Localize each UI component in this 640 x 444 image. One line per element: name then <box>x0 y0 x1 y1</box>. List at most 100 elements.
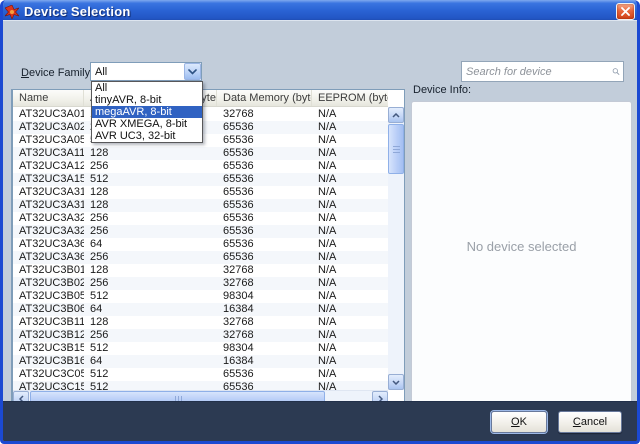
table-cell: N/A <box>318 212 337 224</box>
no-device-selected-text: No device selected <box>466 238 577 254</box>
device-family-dropdown-list: All tinyAVR, 8-bit megaAVR, 8-bit AVR XMEGA… <box>91 81 203 143</box>
table-cell: N/A <box>318 355 337 367</box>
table-row[interactable]: AT32UC3B1128 128 32768 N/A <box>13 316 388 329</box>
table-row[interactable]: AT32UC3C1512C 512 65536 N/A <box>13 381 388 390</box>
table-cell: N/A <box>318 225 337 237</box>
scroll-down-button[interactable] <box>388 374 404 390</box>
table-row[interactable]: AT32UC3A1128 128 65536 N/A <box>13 147 388 160</box>
table-cell: N/A <box>318 199 337 211</box>
scroll-up-button[interactable] <box>388 107 404 123</box>
table-cell: AT32UC3B1512 <box>19 342 84 354</box>
table-row[interactable]: AT32UC3B0128 128 32768 N/A <box>13 264 388 277</box>
table-cell: AT32UC3A3256 <box>19 212 84 224</box>
table-cell: AT32UC3B1128 <box>19 316 84 328</box>
table-cell: AT32UC3A3256S <box>19 225 84 237</box>
device-family-combobox[interactable]: All <box>90 62 202 81</box>
table-cell: 65536 <box>223 212 254 224</box>
table-cell: 98304 <box>223 290 254 302</box>
arrow-up-icon <box>392 112 400 118</box>
table-row[interactable]: AT32UC3A1256 256 65536 N/A <box>13 160 388 173</box>
dropdown-item[interactable]: megaAVR, 8-bit <box>92 106 202 118</box>
vertical-scrollbar[interactable] <box>388 107 404 390</box>
close-icon <box>621 7 630 16</box>
table-cell: AT32UC3A0256 <box>19 121 84 133</box>
table-row[interactable]: AT32UC3B0512 512 98304 N/A <box>13 290 388 303</box>
table-cell: AT32UC3A3128 <box>19 186 84 198</box>
table-row[interactable]: AT32UC3B164 64 16384 N/A <box>13 355 388 368</box>
ok-button[interactable]: OK <box>491 410 547 433</box>
table-cell: 512 <box>90 342 109 354</box>
table-cell: AT32UC3A1256 <box>19 160 84 172</box>
column-header[interactable]: EEPROM (bytes) <box>312 90 388 106</box>
table-cell: 32768 <box>223 264 254 276</box>
column-header[interactable]: Data Memory (bytes) <box>217 90 312 106</box>
table-row[interactable]: AT32UC3B0256 256 32768 N/A <box>13 277 388 290</box>
table-cell: 98304 <box>223 342 254 354</box>
table-cell: N/A <box>318 108 337 120</box>
table-cell: AT32UC3B164 <box>19 355 84 367</box>
table-row[interactable]: AT32UC3A3256 256 65536 N/A <box>13 212 388 225</box>
table-cell: 512 <box>90 381 109 390</box>
table-row[interactable]: AT32UC3A3256S 256 65536 N/A <box>13 225 388 238</box>
table-cell: N/A <box>318 381 337 390</box>
combobox-value: All <box>95 65 108 78</box>
vertical-scroll-thumb[interactable] <box>388 124 404 174</box>
table-cell: AT32UC3C0512C <box>19 368 84 380</box>
dropdown-item[interactable]: AVR UC3, 32-bit <box>92 130 202 142</box>
table-cell: 256 <box>90 329 109 341</box>
dropdown-item[interactable]: All <box>92 82 202 94</box>
table-cell: 16384 <box>223 303 254 315</box>
table-cell: N/A <box>318 121 337 133</box>
table-cell: AT32UC3C1512C <box>19 381 84 390</box>
table-cell: N/A <box>318 134 337 146</box>
chevron-down-icon <box>188 68 197 75</box>
device-selection-dialog: Device Selection Device Family: All Sear… <box>0 0 640 444</box>
table-cell: 65536 <box>223 173 254 185</box>
table-cell: 64 <box>90 303 103 315</box>
table-cell: N/A <box>318 186 337 198</box>
device-info-panel: No device selected <box>411 101 632 407</box>
table-cell: N/A <box>318 303 337 315</box>
table-row[interactable]: AT32UC3A3128S 128 65536 N/A <box>13 199 388 212</box>
table-cell: 65536 <box>223 368 254 380</box>
table-cell: N/A <box>318 160 337 172</box>
table-cell: AT32UC3B0512 <box>19 290 84 302</box>
search-icon[interactable] <box>612 64 620 79</box>
dialog-body: Device Family: All NameApp./Boot Memory … <box>3 20 637 407</box>
table-row[interactable]: AT32UC3B1512 512 98304 N/A <box>13 342 388 355</box>
table-row[interactable]: AT32UC3A364 64 65536 N/A <box>13 238 388 251</box>
table-cell: 65536 <box>223 251 254 263</box>
table-cell: AT32UC3A364 <box>19 238 84 250</box>
table-row[interactable]: AT32UC3A364S 256 65536 N/A <box>13 251 388 264</box>
table-cell: 256 <box>90 225 109 237</box>
table-cell: 64 <box>90 355 103 367</box>
dropdown-item[interactable]: tinyAVR, 8-bit <box>92 94 202 106</box>
table-cell: N/A <box>318 277 337 289</box>
column-header[interactable]: Name <box>13 90 84 106</box>
table-row[interactable]: AT32UC3A1512 512 65536 N/A <box>13 173 388 186</box>
table-cell: N/A <box>318 251 337 263</box>
table-cell: 128 <box>90 186 109 198</box>
table-cell: AT32UC3B064 <box>19 303 84 315</box>
table-body[interactable]: AT32UC3A0128 128 32768 N/A AT32UC3A0256 256 65… <box>13 108 388 390</box>
search-input[interactable] <box>462 62 612 81</box>
table-row[interactable]: AT32UC3A3128 128 65536 N/A <box>13 186 388 199</box>
cancel-button[interactable]: Cancel <box>558 410 622 433</box>
table-row[interactable]: AT32UC3B064 64 16384 N/A <box>13 303 388 316</box>
table-row[interactable]: AT32UC3C0512C 512 65536 N/A <box>13 368 388 381</box>
footer-bar: OK Cancel <box>3 401 637 441</box>
table-cell: 65536 <box>223 225 254 237</box>
table-cell: 256 <box>90 212 109 224</box>
dropdown-item[interactable]: AVR XMEGA, 8-bit <box>92 118 202 130</box>
table-cell: 128 <box>90 147 109 159</box>
table-row[interactable]: AT32UC3B1256 256 32768 N/A <box>13 329 388 342</box>
combobox-dropdown-button[interactable] <box>184 63 201 80</box>
device-family-label: Device Family: <box>21 67 94 79</box>
table-cell: N/A <box>318 264 337 276</box>
table-cell: 64 <box>90 238 103 250</box>
device-info-label: Device Info: <box>413 84 472 96</box>
table-cell: 128 <box>90 264 109 276</box>
device-table: NameApp./Boot Memory (Kbytes)Data Memory… <box>11 89 405 407</box>
close-button[interactable] <box>616 3 635 20</box>
table-cell: AT32UC3A1512 <box>19 173 84 185</box>
